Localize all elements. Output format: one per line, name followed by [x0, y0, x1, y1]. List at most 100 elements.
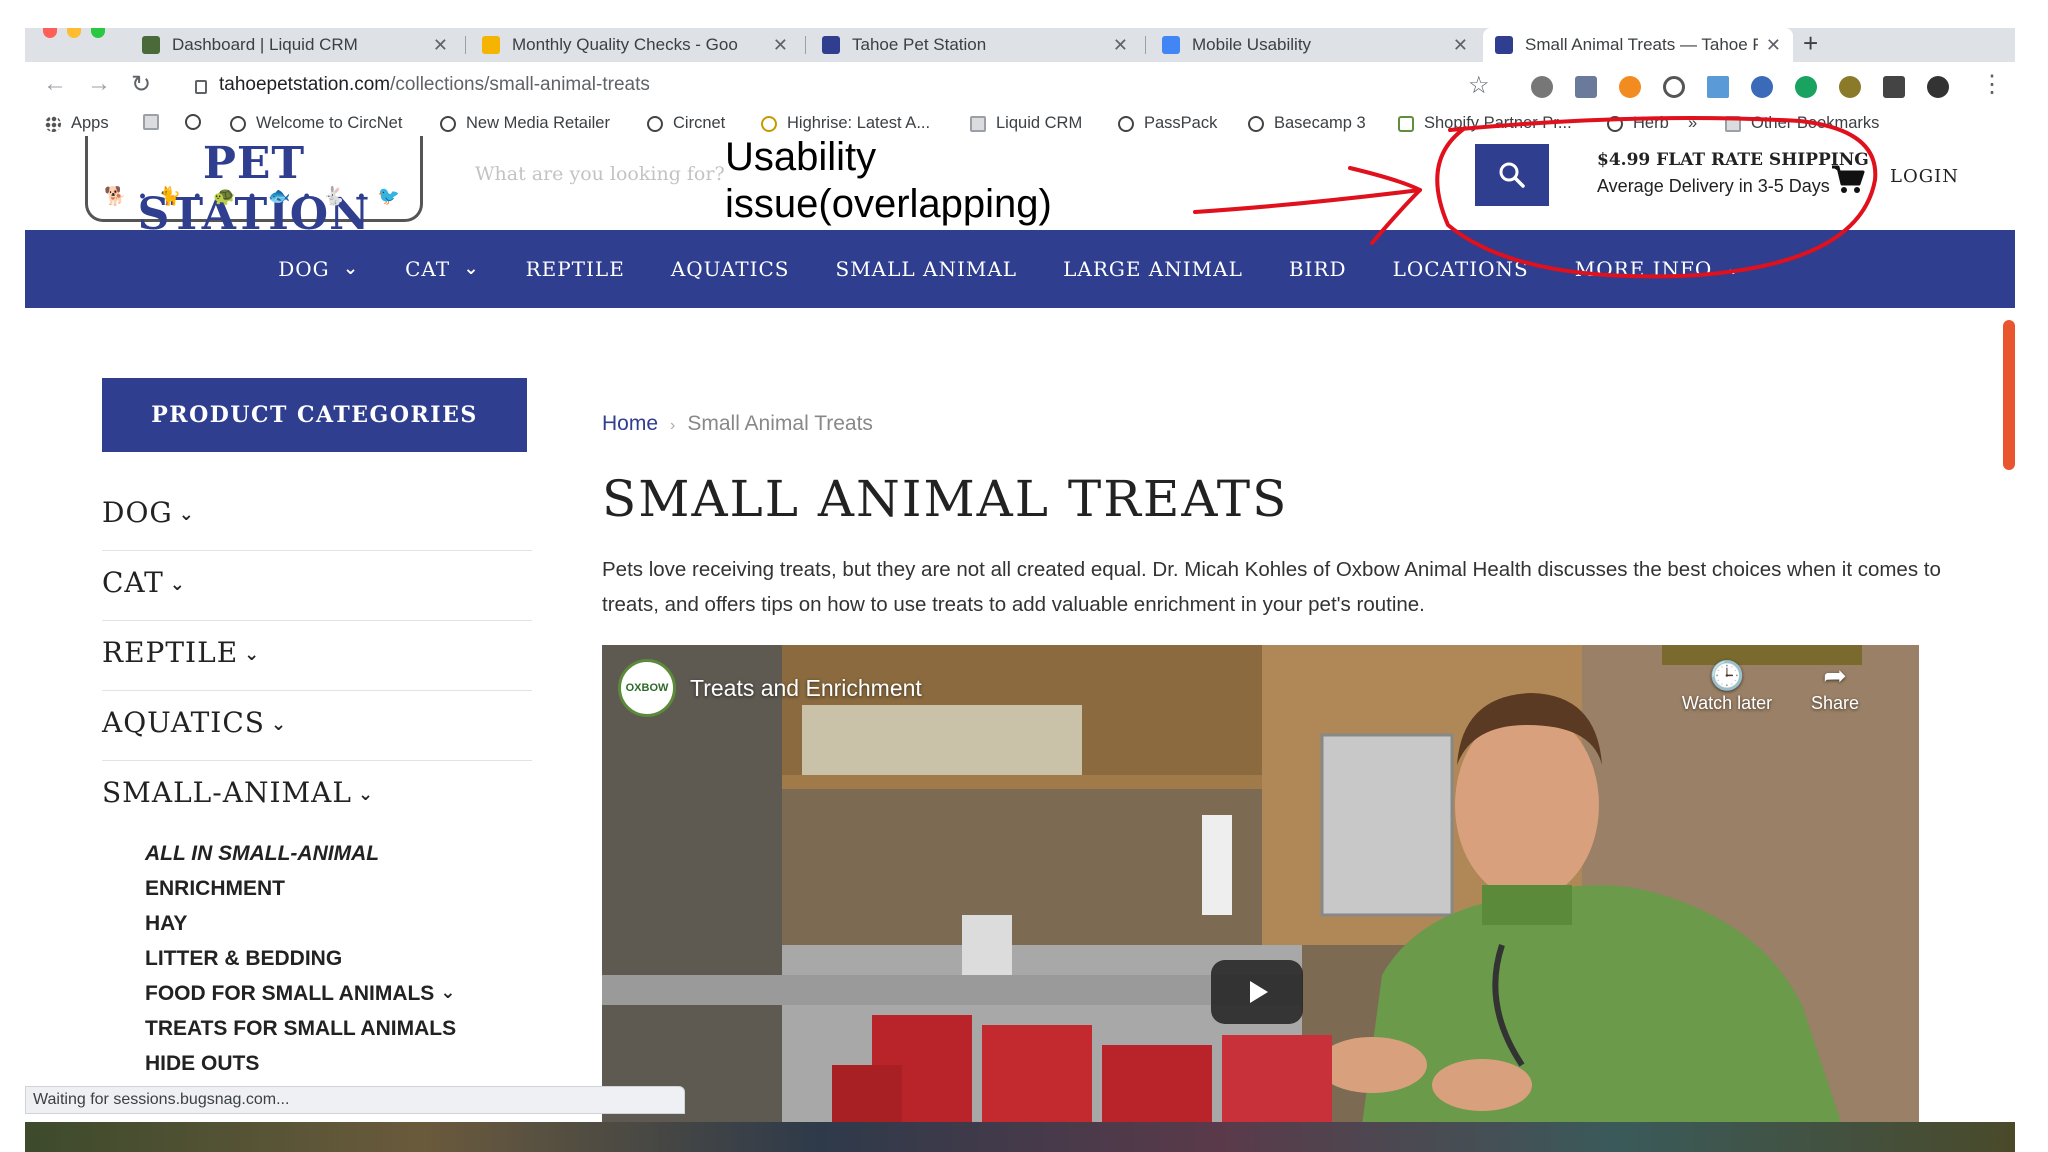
nav-cat[interactable]: CAT ⌄: [405, 257, 479, 281]
tab-mobile-usability[interactable]: Mobile Usability ✕: [1150, 28, 1480, 62]
extension-icon[interactable]: [1707, 76, 1729, 98]
category-dog[interactable]: DOG ⌄: [102, 496, 532, 529]
wordpress-extension-icon[interactable]: [1531, 76, 1553, 98]
nav-small-animal[interactable]: SMALL ANIMAL: [836, 257, 1018, 281]
close-tab-icon[interactable]: ✕: [1453, 35, 1468, 56]
new-tab-icon[interactable]: +: [1803, 28, 1818, 58]
subcategory-hay[interactable]: HAY: [145, 912, 187, 936]
tab-title: Small Animal Treats — Tahoe P: [1525, 35, 1758, 54]
play-icon: [1250, 981, 1268, 1003]
bookmark-icon-only[interactable]: [185, 114, 211, 130]
extension-icon[interactable]: [1839, 76, 1861, 98]
close-tab-icon[interactable]: ✕: [433, 35, 448, 56]
page-scrollbar[interactable]: [2003, 320, 2015, 470]
tab-title: Monthly Quality Checks - Goo: [512, 35, 738, 54]
bookmark-basecamp[interactable]: Basecamp 3: [1248, 114, 1366, 133]
browser-menu-icon[interactable]: ⋮: [1980, 70, 2004, 99]
profile-avatar-icon[interactable]: [1927, 76, 1949, 98]
tab-liquid-crm[interactable]: Dashboard | Liquid CRM ✕: [130, 28, 460, 62]
main-navigation: DOG ⌄ CAT ⌄ REPTILE AQUATICS SMALL ANIMA…: [25, 230, 2015, 308]
share-button[interactable]: ➦ Share: [1785, 659, 1885, 714]
channel-logo[interactable]: OXBOW: [618, 659, 676, 717]
nav-dog[interactable]: DOG ⌄: [278, 257, 359, 281]
shopify-icon: [1398, 115, 1414, 132]
nav-reptile[interactable]: REPTILE: [526, 257, 625, 281]
chevron-down-icon: ⌄: [169, 574, 186, 595]
subcategory-food[interactable]: FOOD FOR SMALL ANIMALS ⌄: [145, 982, 455, 1006]
address-bar[interactable]: tahoepetstation.com/collections/small-an…: [185, 68, 1550, 102]
bookmark-welcome-circnet[interactable]: Welcome to CircNet: [230, 114, 402, 133]
page-title: SMALL ANIMAL TREATS: [602, 470, 1289, 528]
extension-icon[interactable]: [1751, 76, 1773, 98]
usability-annotation-text: Usability issue(overlapping): [725, 135, 1052, 226]
nav-more-info[interactable]: MORE INFO ⌄: [1575, 257, 1742, 281]
category-reptile[interactable]: REPTILE ⌄: [102, 636, 532, 669]
extension-icon[interactable]: [1663, 76, 1685, 98]
hubspot-extension-icon[interactable]: [1619, 76, 1641, 98]
extension-icon[interactable]: [1575, 76, 1597, 98]
bookmark-herb[interactable]: Herb: [1607, 114, 1669, 133]
reload-icon[interactable]: ↻: [131, 70, 151, 99]
tab-tahoe-pet-station[interactable]: Tahoe Pet Station ✕: [810, 28, 1140, 62]
bookmark-label: Liquid CRM: [996, 114, 1083, 132]
search-button[interactable]: [1475, 144, 1549, 206]
video-title[interactable]: Treats and Enrichment: [690, 675, 922, 702]
shipping-promo-subtitle: Average Delivery in 3-5 Days: [1597, 176, 1830, 196]
shipping-promo-title: $4.99 FLAT RATE SHIPPING: [1597, 150, 1869, 170]
share-arrow-icon: ➦: [1823, 660, 1847, 691]
site-logo[interactable]: PET STATION 🐕 • 🐈 • 🐢 • 🐟 • 🐇 • 🐦: [85, 136, 423, 240]
bookmark-apps[interactable]: Apps: [45, 114, 109, 133]
watch-later-label: Watch later: [1681, 693, 1773, 713]
category-small-animal[interactable]: SMALL-ANIMAL ⌄: [102, 776, 532, 809]
puzzle-extensions-icon[interactable]: [1883, 76, 1905, 98]
back-arrow-icon[interactable]: ←: [43, 70, 67, 98]
bookmarks-overflow-icon[interactable]: »: [1688, 114, 1697, 133]
minimize-window-button[interactable]: [67, 28, 81, 38]
cart-icon[interactable]: [1831, 164, 1865, 199]
embedded-video-player[interactable]: OXBOW Treats and Enrichment 🕒 Watch late…: [602, 645, 1919, 1123]
zoom-window-button[interactable]: [91, 28, 105, 38]
tab-small-animal-treats[interactable]: Small Animal Treats — Tahoe P ✕: [1483, 28, 1793, 62]
site-favicon-icon: [1495, 36, 1513, 54]
close-tab-icon[interactable]: ✕: [773, 35, 788, 56]
chevron-down-icon: ⌄: [343, 258, 360, 279]
breadcrumb-home-link[interactable]: Home: [602, 412, 658, 435]
bookmark-label: Highrise: Latest A...: [787, 114, 931, 132]
globe-icon: [1607, 115, 1623, 132]
subcategory-all-small-animal[interactable]: ALL IN SMALL-ANIMAL: [145, 842, 379, 866]
bookmark-icon-only[interactable]: [143, 114, 169, 130]
bookmark-other-bookmarks[interactable]: Other Bookmarks: [1725, 114, 1879, 133]
close-tab-icon[interactable]: ✕: [1766, 35, 1781, 56]
bookmark-star-icon[interactable]: ☆: [1468, 71, 1490, 100]
tab-title: Mobile Usability: [1192, 35, 1312, 54]
watch-later-button[interactable]: 🕒 Watch later: [1677, 659, 1777, 714]
play-button[interactable]: [1211, 960, 1303, 1024]
bookmark-passpack[interactable]: PassPack: [1118, 114, 1217, 133]
login-link[interactable]: LOGIN: [1890, 166, 1959, 187]
nav-large-animal[interactable]: LARGE ANIMAL: [1063, 257, 1243, 281]
bookmark-highrise[interactable]: Highrise: Latest A...: [761, 114, 930, 133]
nav-locations[interactable]: LOCATIONS: [1393, 257, 1529, 281]
category-aquatics[interactable]: AQUATICS ⌄: [102, 706, 532, 739]
tab-monthly-quality-checks[interactable]: Monthly Quality Checks - Goo ✕: [470, 28, 800, 62]
apps-grid-icon: [45, 115, 61, 132]
category-cat[interactable]: CAT ⌄: [102, 566, 532, 599]
globe-icon: [185, 114, 201, 130]
subcategory-litter-bedding[interactable]: LITTER & BEDDING: [145, 947, 342, 971]
site-favicon-icon: [822, 36, 840, 54]
subcategory-treats[interactable]: TREATS FOR SMALL ANIMALS: [145, 1017, 456, 1041]
bookmark-liquid-crm[interactable]: Liquid CRM: [970, 114, 1082, 133]
forward-arrow-icon[interactable]: →: [87, 70, 111, 98]
tab-strip: Dashboard | Liquid CRM ✕ Monthly Quality…: [25, 28, 2015, 62]
nav-bird[interactable]: BIRD: [1289, 257, 1347, 281]
close-window-button[interactable]: [43, 28, 57, 38]
nav-aquatics[interactable]: AQUATICS: [671, 257, 790, 281]
globe-icon: [230, 115, 246, 132]
close-tab-icon[interactable]: ✕: [1113, 35, 1128, 56]
subcategory-enrichment[interactable]: ENRICHMENT: [145, 877, 285, 901]
bookmark-shopify-partner[interactable]: Shopify Partner Pr...: [1398, 114, 1572, 133]
bookmark-new-media-retailer[interactable]: New Media Retailer: [440, 114, 610, 133]
bookmark-circnet[interactable]: Circnet: [647, 114, 725, 133]
grammarly-extension-icon[interactable]: [1795, 76, 1817, 98]
subcategory-hide-outs[interactable]: HIDE OUTS: [145, 1052, 259, 1076]
